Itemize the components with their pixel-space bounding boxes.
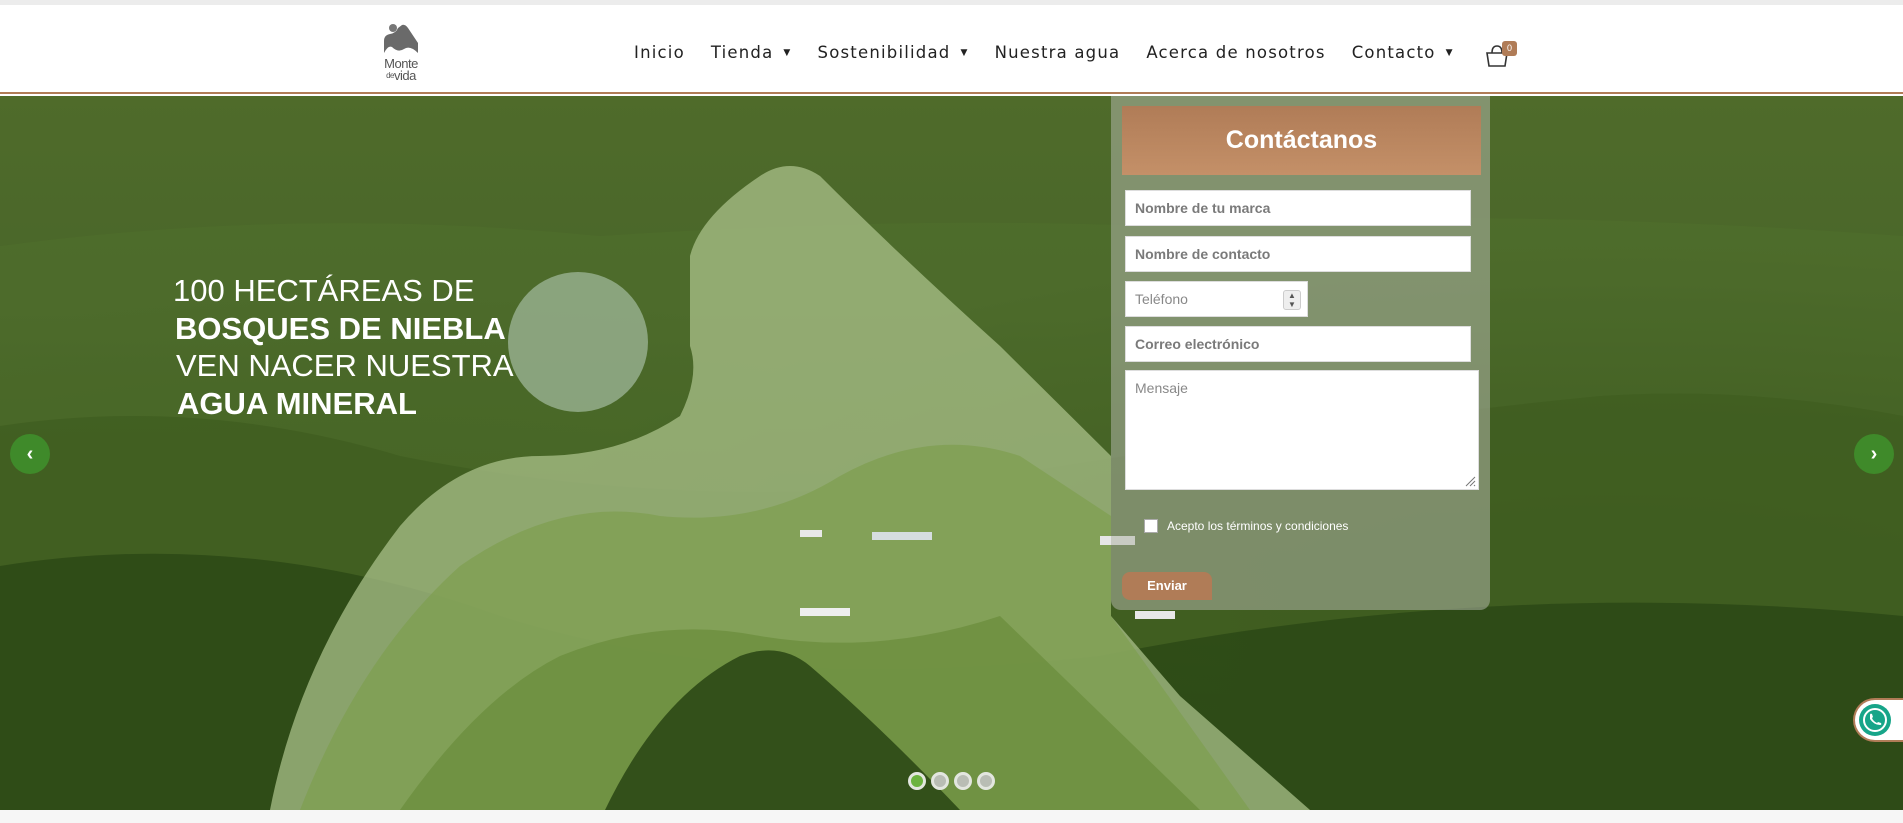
site-header: Monte devida Inicio Tienda ▼ Sostenibilid… — [0, 5, 1903, 94]
terms-label: Acepto los términos y condiciones — [1167, 519, 1349, 533]
nav-item-contacto[interactable]: Contacto ▼ — [1352, 43, 1454, 62]
slider-dot-1[interactable] — [908, 772, 926, 790]
caret-down-icon: ▼ — [1445, 47, 1454, 58]
submit-button[interactable]: Enviar — [1122, 572, 1212, 600]
caret-down-icon: ▼ — [960, 47, 969, 58]
hero-line-4: AGUA MINERAL — [177, 385, 417, 421]
resize-handle-icon[interactable] — [1464, 475, 1476, 487]
nav-item-inicio[interactable]: Inicio — [634, 43, 685, 62]
cart-count-badge: 0 — [1502, 41, 1517, 56]
cart-button[interactable]: 0 — [1484, 37, 1520, 71]
contact-name-field[interactable]: Nombre de contacto — [1125, 236, 1471, 272]
nav-item-tienda[interactable]: Tienda ▼ — [711, 43, 792, 62]
whatsapp-button[interactable] — [1853, 698, 1903, 742]
brand-name-field[interactable]: Nombre de tu marca — [1125, 190, 1471, 226]
hero-landscape-image — [0, 166, 1903, 810]
nav-item-nuestra-agua[interactable]: Nuestra agua — [995, 43, 1121, 62]
chevron-right-icon: › — [1870, 442, 1878, 465]
hero-line-3: VEN NACER NUESTRA — [176, 348, 514, 383]
chevron-left-icon: ‹ — [26, 442, 34, 465]
hero-headline: 100 HECTÁREAS DE BOSQUES DE NIEBLA VEN N… — [173, 272, 514, 422]
logo-mountain-icon — [384, 24, 418, 53]
page-bottom-strip — [0, 810, 1903, 823]
number-spinner-icon[interactable]: ▲ ▼ — [1283, 290, 1301, 310]
slider-dot-3[interactable] — [954, 772, 972, 790]
hero-slider: 100 HECTÁREAS DE BOSQUES DE NIEBLA VEN N… — [0, 96, 1903, 810]
nav-item-acerca[interactable]: Acerca de nosotros — [1146, 43, 1325, 62]
slider-dot-4[interactable] — [977, 772, 995, 790]
hero-line-1: 100 HECTÁREAS DE — [173, 273, 475, 308]
message-field[interactable]: Mensaje — [1125, 370, 1479, 490]
whatsapp-icon — [1859, 704, 1891, 736]
logo[interactable]: Monte devida — [378, 23, 422, 87]
caret-down-icon: ▼ — [783, 47, 792, 58]
nav-item-sostenibilidad[interactable]: Sostenibilidad ▼ — [818, 43, 969, 62]
email-field[interactable]: Correo electrónico — [1125, 326, 1471, 362]
slider-next-button[interactable]: › — [1854, 434, 1894, 474]
terms-checkbox[interactable] — [1144, 519, 1158, 533]
main-nav: Inicio Tienda ▼ Sostenibilidad ▼ Nuestra a… — [634, 43, 1480, 62]
hero-line-2: BOSQUES DE NIEBLA — [175, 310, 506, 346]
phone-field[interactable]: Teléfono ▲ ▼ — [1125, 281, 1308, 317]
slider-dots — [908, 772, 1000, 790]
slider-prev-button[interactable]: ‹ — [10, 434, 50, 474]
form-title: Contáctanos — [1122, 106, 1481, 175]
slider-dot-2[interactable] — [931, 772, 949, 790]
contact-form: Contáctanos Nombre de tu marca Nombre de… — [1111, 96, 1490, 610]
logo-text: Monte devida — [384, 56, 418, 83]
